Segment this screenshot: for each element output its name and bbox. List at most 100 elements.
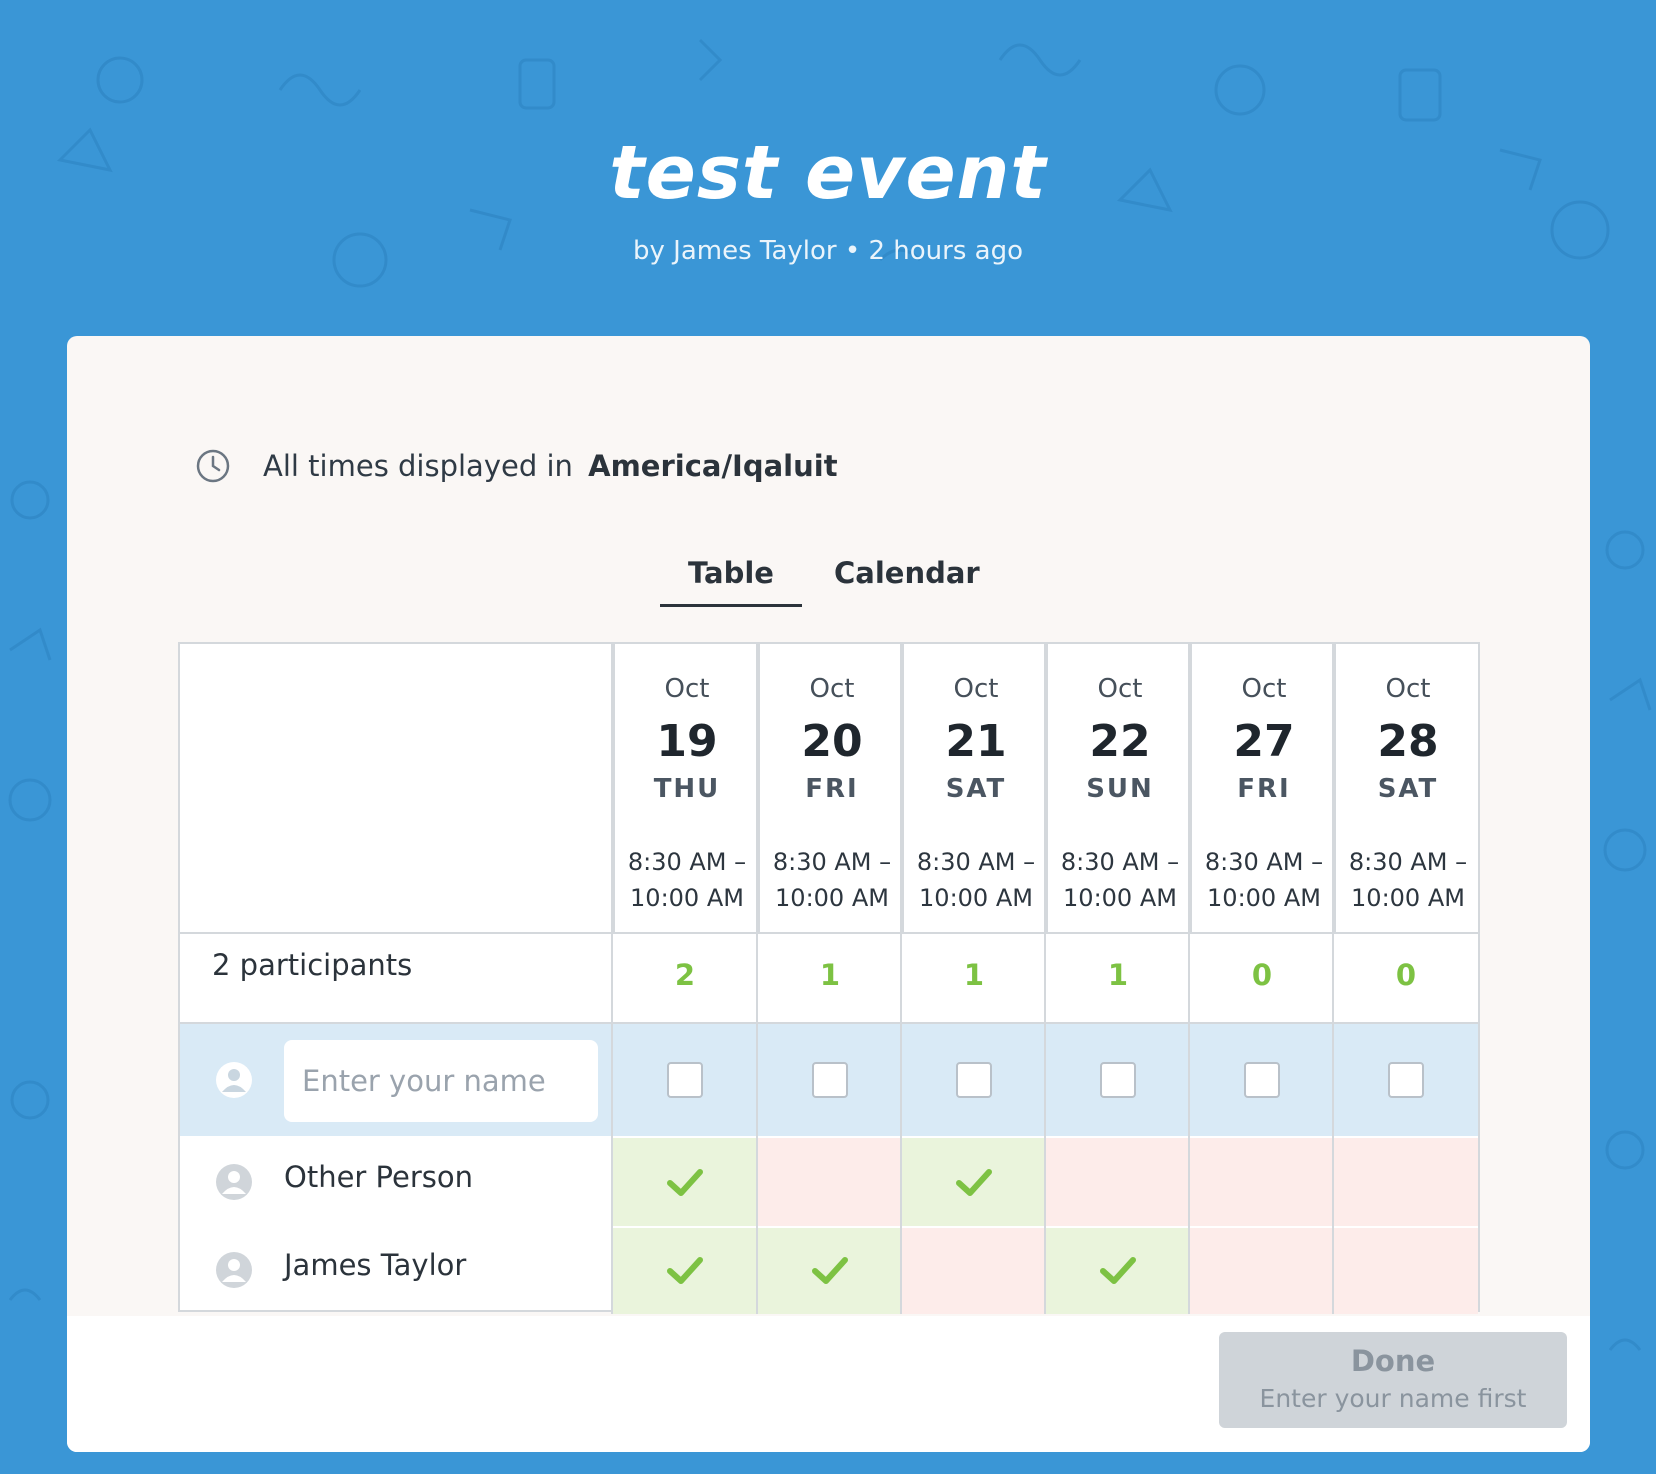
time-start: 8:30 AM – <box>772 848 892 876</box>
row-divider <box>180 932 1478 934</box>
timezone-value[interactable]: America/Iqaluit <box>588 449 837 483</box>
date-column-header: Oct 21 SAT 8:30 AM – 10:00 AM <box>902 644 1048 934</box>
availability-table: Oct 19 THU 8:30 AM –10:00 AM Oct 20 FRI 8:30 AM… <box>178 642 1480 1314</box>
availability-checkbox[interactable] <box>1244 1062 1280 1098</box>
date-column-header: Oct 27 FRI 8:30 AM – 10:00 AM <box>1190 644 1336 934</box>
column-divider <box>1332 644 1334 1314</box>
time-range: 8:30 AM – 10:00 AM <box>1048 844 1192 916</box>
date-month: Oct <box>809 674 855 704</box>
availability-checkbox[interactable] <box>1388 1062 1424 1098</box>
user-avatar-icon <box>216 1062 252 1098</box>
time-end: 10:00 AM <box>630 884 744 912</box>
timezone-prefix: All times displayed in <box>263 449 573 483</box>
timezone-label: All times displayed in America/Iqaluit <box>263 449 838 483</box>
date-weekday: SUN <box>1086 774 1154 804</box>
check-icon <box>1100 1257 1136 1284</box>
time-range: 8:30 AM – 10:00 AM <box>904 844 1048 916</box>
availability-count: 1 <box>963 958 985 992</box>
event-subtitle: by James Taylor • 2 hours ago <box>633 236 1023 266</box>
column-divider <box>1188 644 1190 1314</box>
availability-checkbox[interactable] <box>812 1062 848 1098</box>
check-icon <box>667 1257 703 1284</box>
time-range: 8:30 AM – 10:00 AM <box>1192 844 1336 916</box>
date-month: Oct <box>1241 674 1287 704</box>
tab-calendar[interactable]: Calendar <box>834 556 980 607</box>
time-start: 8:30 AM – <box>1348 848 1468 876</box>
availability-count: 0 <box>1395 958 1417 992</box>
time-end: 10:00 AM <box>1351 884 1465 912</box>
date-month: Oct <box>1385 674 1431 704</box>
done-button-hint: Enter your name first <box>1259 1384 1527 1413</box>
date-weekday: SAT <box>945 774 1007 804</box>
unavailable-cell <box>902 1226 1046 1314</box>
check-icon <box>812 1257 848 1284</box>
column-divider <box>1044 644 1046 1314</box>
time-end: 10:00 AM <box>1063 884 1177 912</box>
date-weekday: FRI <box>1237 774 1291 804</box>
timezone-row: All times displayed in America/Iqaluit <box>195 444 838 488</box>
time-range: 8:30 AM – 10:00 AM <box>615 844 759 916</box>
available-cell <box>1046 1226 1190 1314</box>
name-input[interactable] <box>284 1040 598 1122</box>
poll-card: All times displayed in America/Iqaluit T… <box>67 336 1590 1452</box>
date-column-header: Oct 20 FRI 8:30 AM – 10:00 AM <box>758 644 904 934</box>
participant-row: James Taylor <box>180 1226 1478 1314</box>
date-column-header: Oct 22 SUN 8:30 AM – 10:00 AM <box>1046 644 1192 934</box>
availability-count: 1 <box>1107 958 1129 992</box>
done-button[interactable]: Done Enter your name first <box>1219 1332 1567 1428</box>
availability-count: 0 <box>1251 958 1273 992</box>
date-day: 28 <box>1377 716 1439 767</box>
time-end: 10:00 AM <box>1207 884 1321 912</box>
date-day: 21 <box>945 716 1007 767</box>
column-divider <box>756 644 758 1314</box>
unavailable-cell <box>758 1138 902 1226</box>
date-weekday: FRI <box>805 774 859 804</box>
available-cell <box>613 1226 757 1314</box>
check-icon <box>667 1169 703 1196</box>
unavailable-cell <box>1190 1138 1334 1226</box>
date-month: Oct <box>953 674 999 704</box>
column-divider <box>611 644 613 1314</box>
check-icon <box>956 1169 992 1196</box>
unavailable-cell <box>1334 1138 1478 1226</box>
participants-count-label: 2 participants <box>212 948 413 982</box>
availability-count: 1 <box>819 958 841 992</box>
availability-checkbox[interactable] <box>667 1062 703 1098</box>
new-participant-row <box>180 1024 1478 1136</box>
available-cell <box>758 1226 902 1314</box>
available-cell <box>613 1138 757 1226</box>
time-end: 10:00 AM <box>919 884 1033 912</box>
column-divider <box>900 644 902 1314</box>
user-avatar-icon <box>216 1164 252 1200</box>
date-column-header: Oct 28 SAT 8:30 AM – 10:00 AM <box>1334 644 1480 934</box>
date-day: 27 <box>1233 716 1295 767</box>
unavailable-cell <box>1334 1226 1478 1314</box>
available-cell <box>902 1138 1046 1226</box>
date-day: 20 <box>801 716 863 767</box>
date-month: Oct <box>1097 674 1143 704</box>
unavailable-cell <box>1190 1226 1334 1314</box>
view-tabs: Table Calendar <box>660 556 980 607</box>
time-range: 8:30 AM – 10:00 AM <box>760 844 904 916</box>
date-weekday: SAT <box>1377 774 1439 804</box>
time-start: 8:30 AM – <box>1060 848 1180 876</box>
date-month: Oct <box>664 674 710 704</box>
time-start: 8:30 AM – <box>916 848 1036 876</box>
date-day: 19 <box>656 716 718 767</box>
availability-checkbox[interactable] <box>956 1062 992 1098</box>
time-start: 8:30 AM – <box>1204 848 1324 876</box>
date-column-header: Oct 19 THU 8:30 AM – 10:00 AM <box>613 644 759 934</box>
event-title: test event <box>609 130 1047 216</box>
unavailable-cell <box>1046 1138 1190 1226</box>
availability-checkbox[interactable] <box>1100 1062 1136 1098</box>
time-start: 8:30 AM – <box>627 848 747 876</box>
time-end: 10:00 AM <box>775 884 889 912</box>
participant-name: Other Person <box>284 1160 474 1194</box>
clock-icon <box>196 449 230 483</box>
participant-row: Other Person <box>180 1138 1478 1226</box>
availability-count: 2 <box>674 958 696 992</box>
participant-name: James Taylor <box>284 1248 467 1282</box>
tab-table[interactable]: Table <box>660 556 802 607</box>
time-range: 8:30 AM – 10:00 AM <box>1336 844 1480 916</box>
done-button-label: Done <box>1350 1344 1436 1378</box>
